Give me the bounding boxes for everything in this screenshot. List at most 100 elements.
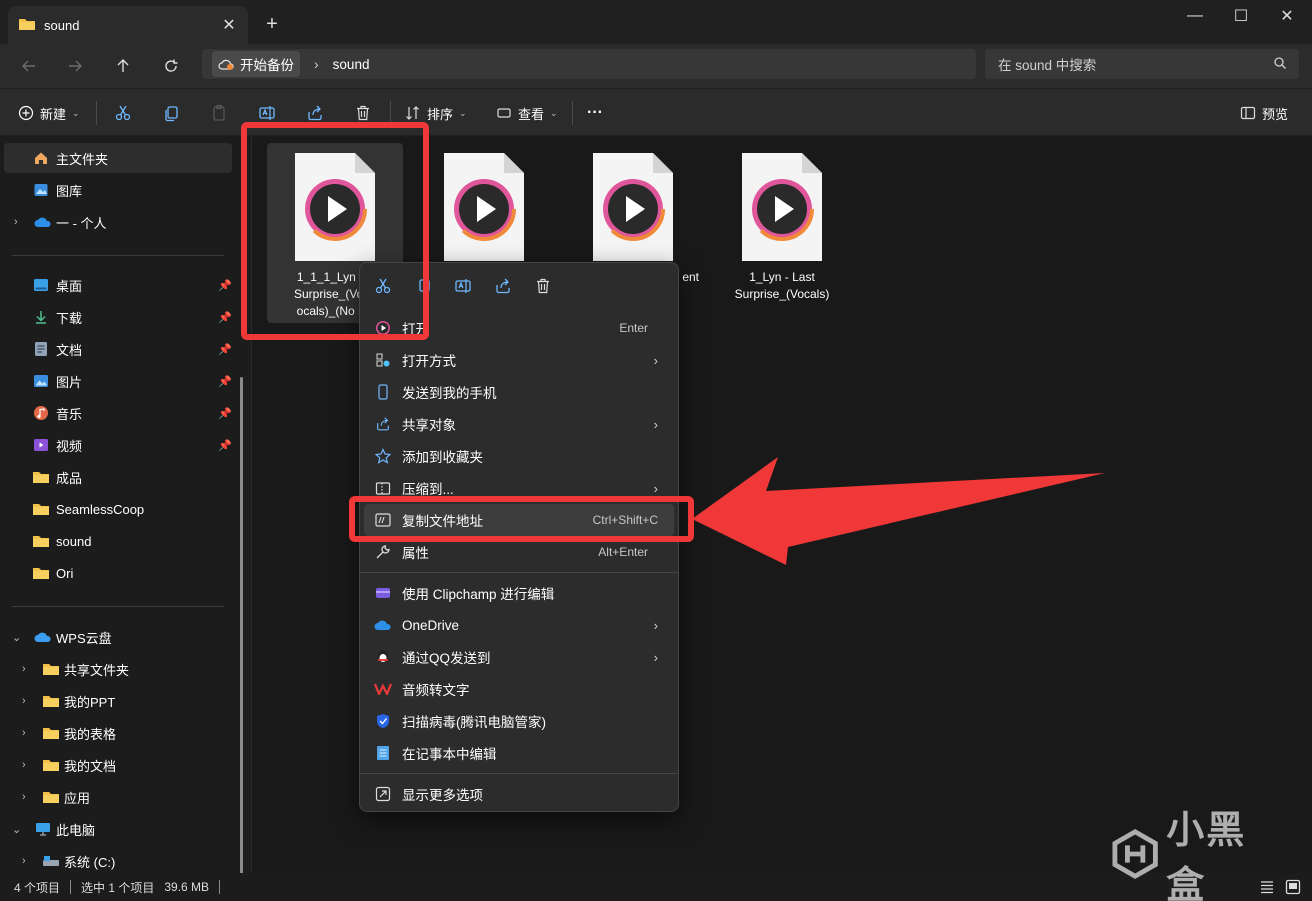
sidebar-item-label: 此电脑 [56,822,96,838]
menu-item-label: 通过QQ发送到 [402,651,491,666]
menu-item-notepad[interactable]: 在记事本中编辑 [364,737,674,769]
back-button[interactable] [12,50,46,82]
view-button[interactable]: 查看 ⌄ [496,97,558,129]
plus-circle-icon [18,105,34,121]
pin-icon[interactable]: 📌 [218,311,232,324]
pin-icon[interactable]: 📌 [218,279,232,292]
menu-item-audio-to-text[interactable]: 音频转文字 [364,673,674,705]
share-icon[interactable] [490,273,516,299]
chevron-down-icon[interactable]: ⌄ [12,823,21,836]
folder-icon [42,788,60,806]
qq-icon [373,647,393,667]
sidebar-item-music[interactable]: 音乐 📌 [4,398,232,428]
view-label: 查看 [518,106,545,122]
sidebar-item-home[interactable]: 主文件夹 [4,143,232,173]
chevron-right-icon[interactable]: › [22,759,26,771]
refresh-button[interactable] [154,50,188,82]
sidebar-item-label: 我的表格 [64,726,117,742]
menu-item-send-to-phone[interactable]: 发送到我的手机 [364,376,674,408]
sidebar-item-downloads[interactable]: 下载 📌 [4,302,232,332]
sidebar-item-my-ppt[interactable]: › 我的PPT [4,686,232,716]
breadcrumb-home[interactable]: 开始备份 [212,51,300,77]
close-button[interactable]: ✕ [1264,0,1310,32]
sidebar-item-sound[interactable]: sound [4,526,232,556]
preview-button[interactable]: 预览 [1240,97,1288,129]
sidebar-item-ori[interactable]: Ori [4,558,232,588]
sidebar-item-drive-c[interactable]: › 系统 (C:) [4,846,232,876]
menu-item-send-qq[interactable]: 通过QQ发送到 › [364,641,674,673]
address-path[interactable]: 开始备份 › sound [202,49,976,79]
maximize-button[interactable]: ☐ [1218,0,1264,32]
rename-icon [259,106,275,120]
sidebar-item-desktop[interactable]: 桌面 📌 [4,270,232,300]
sidebar-item-onedrive-personal[interactable]: › 一 - 个人 [4,207,232,237]
chevron-right-icon[interactable]: › [22,791,26,803]
pin-icon[interactable]: 📌 [218,439,232,452]
folder-icon [18,17,36,34]
annotation-box-selected-file [241,122,429,340]
menu-item-open-with[interactable]: 打开方式 › [364,344,674,376]
up-button[interactable] [106,50,140,82]
new-tab-button[interactable]: + [258,10,286,38]
tiles-view-icon[interactable] [1284,878,1302,899]
copy-button[interactable] [157,99,185,127]
pin-icon[interactable]: 📌 [218,407,232,420]
star-icon [373,446,393,466]
sidebar-item-wps-cloud[interactable]: ⌄ WPS云盘 [4,622,232,652]
rename-icon[interactable] [450,273,476,299]
sidebar-item-my-docs[interactable]: › 我的文档 [4,750,232,780]
minimize-button[interactable]: — [1172,0,1218,32]
chevron-right-icon[interactable]: › [22,727,26,739]
tab-close-button[interactable]: ✕ [216,12,242,38]
sidebar-divider [12,255,224,256]
sidebar-item-gallery[interactable]: 图库 [4,175,232,205]
sidebar-item-this-pc[interactable]: ⌄ 此电脑 [4,814,232,844]
menu-item-more-options[interactable]: 显示更多选项 [364,778,674,810]
tab-sound[interactable]: sound ✕ [8,6,248,44]
preview-pane-icon [1240,106,1256,120]
search-input[interactable]: 在 sound 中搜索 [985,49,1299,79]
paste-button[interactable] [205,99,233,127]
chevron-right-icon[interactable]: › [22,855,26,867]
menu-item-share[interactable]: 共享对象 › [364,408,674,440]
chevron-right-icon[interactable]: › [22,695,26,707]
cut-button[interactable] [109,99,137,127]
shield-icon [373,711,393,731]
sidebar-scrollbar[interactable] [240,377,243,901]
file-item[interactable]: 1_Lyn - Last Surprise_(Vocals) [714,143,850,323]
refresh-icon [165,59,178,72]
menu-item-clipchamp[interactable]: 使用 Clipchamp 进行编辑 [364,577,674,609]
chevron-down-icon[interactable]: ⌄ [12,631,21,644]
open-with-icon [373,350,393,370]
onedrive-icon [373,615,393,635]
more-button[interactable]: ··· [587,97,603,129]
breadcrumb-current[interactable]: sound [333,57,370,72]
trash-icon[interactable] [530,273,556,299]
forward-button[interactable] [58,50,92,82]
menu-item-virus-scan[interactable]: 扫描病毒(腾讯电脑管家) [364,705,674,737]
menu-item-onedrive[interactable]: OneDrive › [364,609,674,641]
menu-item-label: 打开方式 [402,354,456,369]
sidebar-item-videos[interactable]: 视频 📌 [4,430,232,460]
sidebar-item-seamlesscoop[interactable]: SeamlessCoop [4,494,232,524]
breadcrumb-chevron-icon: › [314,56,319,72]
chevron-right-icon[interactable]: › [22,663,26,675]
chevron-right-icon[interactable]: › [14,216,18,228]
watermark: 小黑盒 [1112,810,1282,901]
chevron-right-icon: › [653,416,658,432]
sidebar-item-apps[interactable]: › 应用 [4,782,232,812]
arrow-up-icon [117,59,129,72]
new-button[interactable]: 新建 ⌄ [18,97,80,129]
sidebar-item-my-sheets[interactable]: › 我的表格 [4,718,232,748]
sidebar-item-shared-folder[interactable]: › 共享文件夹 [4,654,232,684]
sidebar-item-chengpin[interactable]: 成品 [4,462,232,492]
sidebar-item-label: 一 - 个人 [56,215,107,231]
folder-icon [42,692,60,710]
pin-icon[interactable]: 📌 [218,375,232,388]
pin-icon[interactable]: 📌 [218,343,232,356]
menu-item-add-favorites[interactable]: 添加到收藏夹 [364,440,674,472]
sidebar-item-documents[interactable]: 文档 📌 [4,334,232,364]
share-icon [373,414,393,434]
search-icon [1274,57,1286,69]
sidebar-item-pictures[interactable]: 图片 📌 [4,366,232,396]
